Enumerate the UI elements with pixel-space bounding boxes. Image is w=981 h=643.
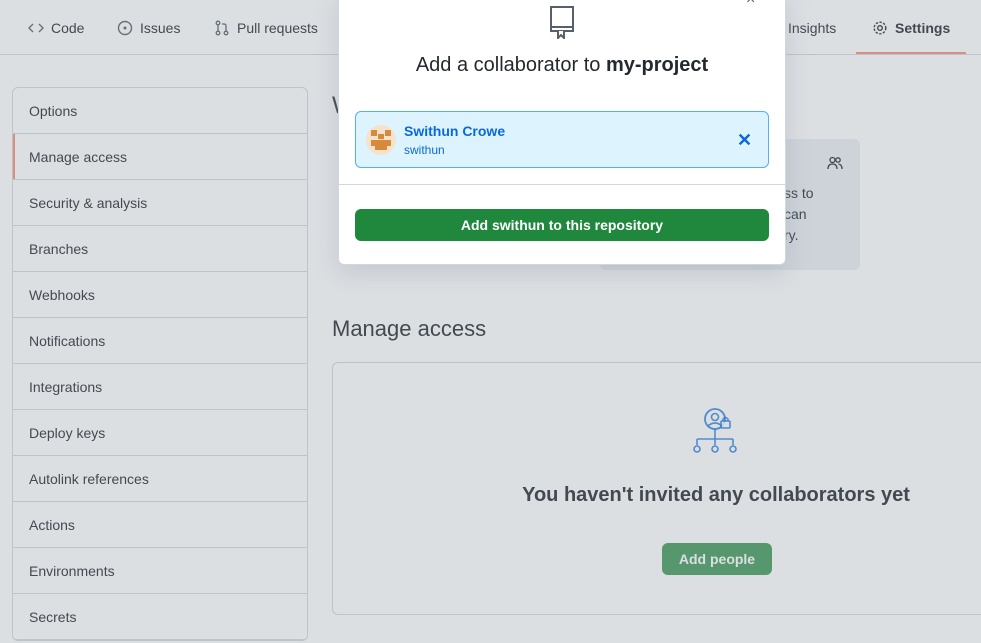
avatar <box>366 125 396 155</box>
dialog-title: Add a collaborator to my-project <box>339 54 785 77</box>
user-login: swithun <box>404 143 445 157</box>
dialog-title-prefix: Add a collaborator to <box>415 54 601 76</box>
add-to-repository-button[interactable]: Add swithun to this repository <box>355 209 769 241</box>
remove-user-icon[interactable]: ✕ <box>737 130 752 151</box>
repo-name: my-project <box>605 54 709 76</box>
user-name: Swithun Crowe <box>404 123 506 139</box>
selected-user-card: Swithun Crowe swithun ✕ <box>355 111 769 168</box>
close-icon[interactable]: × <box>746 0 755 9</box>
divider <box>339 184 785 185</box>
add-collaborator-dialog: × Add a collaborator to my-project Swith… <box>338 0 786 265</box>
repo-icon <box>550 6 574 39</box>
